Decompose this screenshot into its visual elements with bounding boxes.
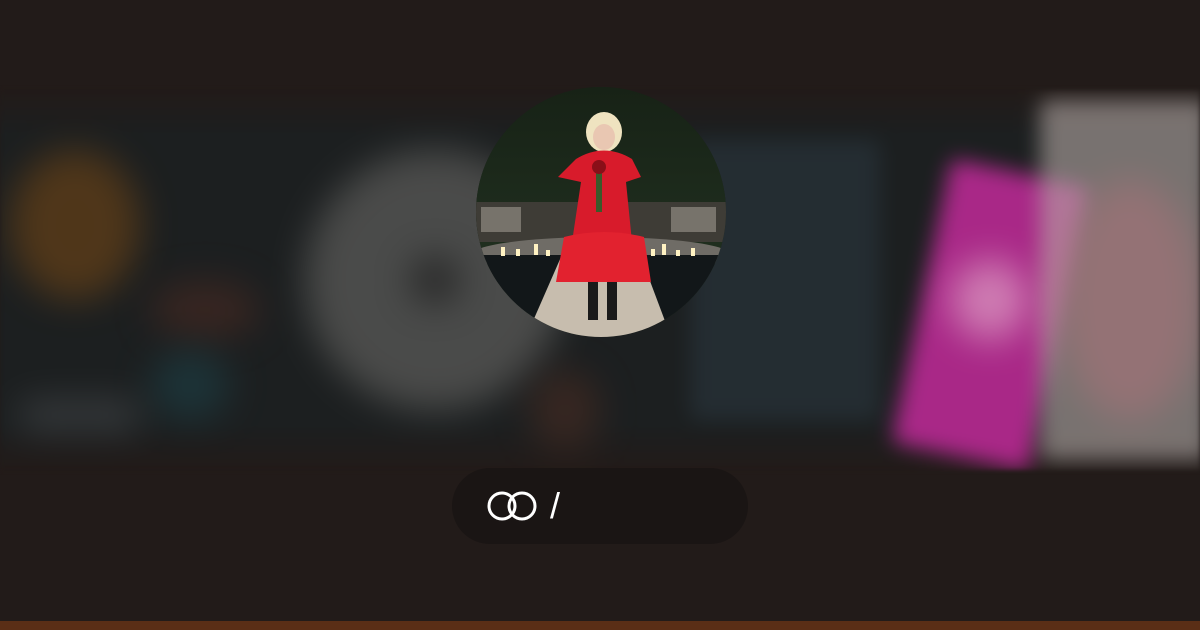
blurred-red-shape [150,280,260,340]
profile-link-pill[interactable]: / [452,468,748,544]
blurred-label-shape [20,400,140,430]
blurred-teal-shape [150,350,230,420]
blurred-pink-circle [950,260,1030,340]
blurred-rose-shape [1060,180,1200,420]
blurred-orange-shape [10,150,140,300]
path-separator: / [550,485,561,526]
profile-avatar[interactable] [476,87,726,337]
footer-accent-bar [0,621,1200,630]
avatar-photo [476,87,726,337]
blurred-brown-shape [530,370,600,450]
blurred-disc-center [410,255,460,305]
linked-rings-icon [487,491,537,521]
